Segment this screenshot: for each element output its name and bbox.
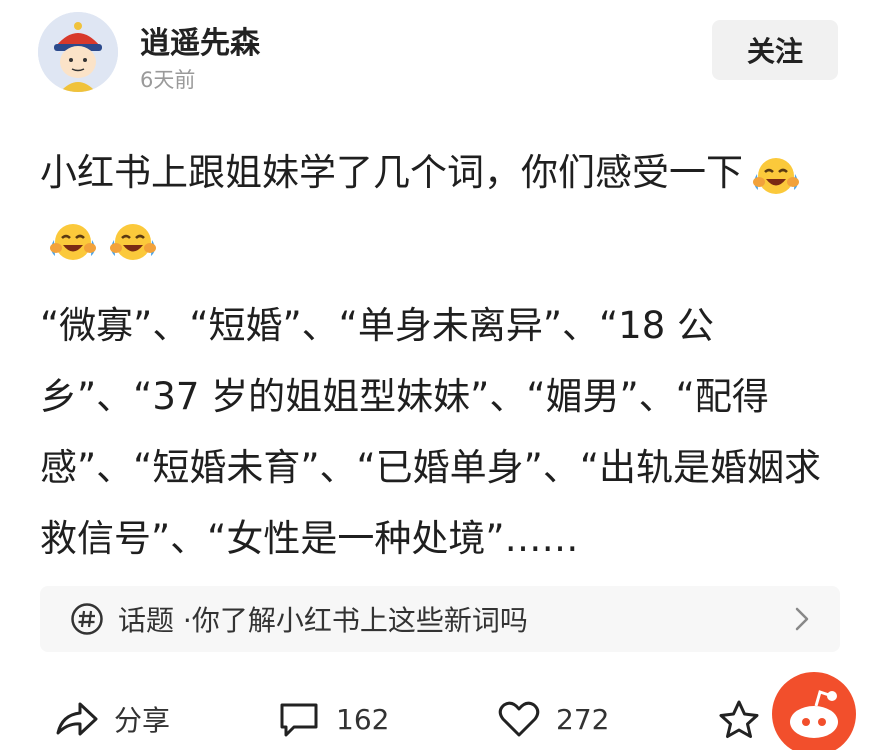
share-icon bbox=[56, 702, 98, 736]
topic-link[interactable]: 话题 · 你了解小红书上这些新词吗 bbox=[40, 586, 840, 652]
topic-title: 你了解小红书上这些新词吗 bbox=[191, 604, 528, 637]
post-title-text: 小红书上跟姐妹学了几个词，你们感受一下 bbox=[40, 151, 743, 194]
emperor-avatar-icon bbox=[38, 12, 118, 92]
laughing-crying-emoji-icon bbox=[749, 153, 803, 197]
comment-count: 162 bbox=[336, 702, 390, 736]
post-timestamp: 6天前 bbox=[140, 68, 196, 92]
heart-icon bbox=[498, 701, 540, 737]
laughing-crying-emoji-icon bbox=[106, 219, 160, 263]
like-button[interactable]: 272 bbox=[496, 693, 609, 745]
share-label: 分享 bbox=[114, 704, 171, 737]
avatar[interactable] bbox=[38, 12, 118, 92]
topic-prefix: 话题 · bbox=[118, 604, 192, 637]
post-title: 小红书上跟姐妹学了几个词，你们感受一下 bbox=[40, 140, 840, 272]
author-name[interactable]: 逍遥先森 bbox=[140, 18, 260, 62]
chevron-right-icon bbox=[790, 604, 814, 634]
star-icon bbox=[719, 700, 759, 738]
hashtag-icon bbox=[70, 602, 104, 636]
follow-button[interactable]: 关注 bbox=[712, 20, 838, 80]
laughing-crying-emoji-icon bbox=[46, 219, 100, 263]
post-body: “微寡”、“短婚”、“单身未离异”、“18 公乡”、“37 岁的姐姐型妹妹”、“… bbox=[40, 304, 822, 560]
floating-app-icon[interactable] bbox=[772, 672, 856, 750]
like-count: 272 bbox=[556, 702, 610, 736]
comment-icon bbox=[280, 703, 318, 737]
share-button[interactable]: 分享 bbox=[54, 693, 170, 745]
comment-button[interactable]: 162 bbox=[276, 693, 389, 745]
post-detail-page: 逍遥先森 6天前 关注 小红书上跟姐妹学了几个词，你们感受一下 “微寡”、“短婚… bbox=[0, 0, 880, 750]
